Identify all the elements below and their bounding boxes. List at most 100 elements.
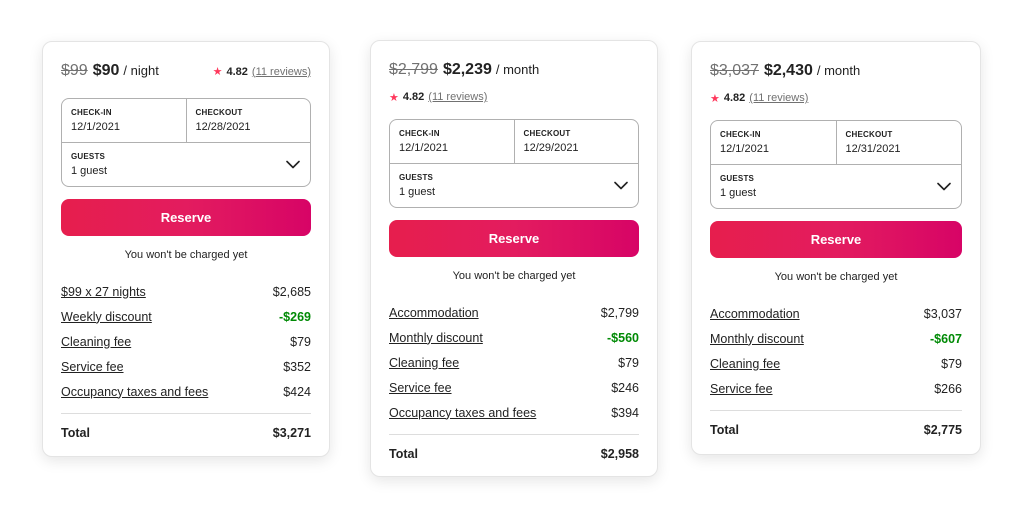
guests-value: 1 guest bbox=[720, 187, 757, 199]
line-item-value: $2,685 bbox=[272, 284, 311, 299]
rating-score: 4.82 bbox=[402, 91, 425, 103]
booking-fields: CHECK-IN 12/1/2021 CHECKOUT 12/29/2021 G… bbox=[389, 119, 639, 208]
price-summary: $3,037 $2,430 / month bbox=[710, 62, 860, 80]
discounted-price: $2,430 bbox=[763, 62, 813, 79]
line-item-label[interactable]: Weekly discount bbox=[61, 310, 152, 324]
divider bbox=[710, 410, 962, 411]
booking-fields: CHECK-IN 12/1/2021 CHECKOUT 12/28/2021 G… bbox=[61, 98, 311, 187]
reviews-link[interactable]: (11 reviews) bbox=[428, 91, 487, 103]
original-price: $2,799 bbox=[389, 61, 438, 78]
guests-dropdown[interactable]: GUESTS 1 guest bbox=[390, 164, 638, 207]
line-item-label[interactable]: Monthly discount bbox=[710, 332, 804, 346]
rating: ★ 4.82 (11 reviews) bbox=[389, 89, 639, 105]
check-in-value: 12/1/2021 bbox=[71, 121, 120, 133]
reserve-button[interactable]: Reserve bbox=[389, 220, 639, 257]
rating-score: 4.82 bbox=[723, 92, 746, 104]
discount-value: -$607 bbox=[930, 331, 962, 346]
total-row: Total $2,958 bbox=[389, 447, 639, 461]
guests-label: GUESTS bbox=[720, 174, 755, 183]
original-price: $3,037 bbox=[710, 62, 759, 79]
line-item: Service fee $266 bbox=[710, 376, 962, 401]
line-item-label[interactable]: Cleaning fee bbox=[61, 335, 131, 349]
divider bbox=[61, 413, 311, 414]
discounted-price: $90 bbox=[92, 62, 120, 79]
checkout-label: CHECKOUT bbox=[845, 130, 893, 139]
price-header: $3,037 $2,430 / month bbox=[710, 62, 962, 84]
no-charge-note: You won't be charged yet bbox=[124, 249, 248, 261]
line-item-label[interactable]: Occupancy taxes and fees bbox=[389, 406, 536, 420]
check-in-value: 12/1/2021 bbox=[399, 142, 448, 154]
booking-card-nightly: $99 $90 / night ★ 4.82 (11 reviews) CHEC… bbox=[42, 41, 330, 457]
star-icon: ★ bbox=[710, 92, 720, 105]
guests-dropdown[interactable]: GUESTS 1 guest bbox=[711, 165, 961, 208]
price-breakdown: $99 x 27 nights $2,685 Weekly discount -… bbox=[61, 279, 311, 404]
line-item-label[interactable]: Occupancy taxes and fees bbox=[61, 385, 208, 399]
chevron-down-icon bbox=[285, 157, 301, 173]
line-item-value: $352 bbox=[283, 359, 311, 374]
total-label: Total bbox=[389, 447, 418, 461]
line-item-value: $79 bbox=[290, 334, 311, 349]
line-item-value: $2,799 bbox=[600, 305, 639, 320]
guests-value: 1 guest bbox=[399, 186, 436, 198]
chevron-down-icon bbox=[613, 178, 629, 194]
guests-dropdown[interactable]: GUESTS 1 guest bbox=[62, 143, 310, 186]
line-item: Accommodation $3,037 bbox=[710, 301, 962, 326]
checkout-field[interactable]: CHECKOUT 12/31/2021 bbox=[835, 121, 962, 164]
line-item-label[interactable]: Service fee bbox=[710, 382, 773, 396]
line-item-value: $246 bbox=[611, 380, 639, 395]
check-in-value: 12/1/2021 bbox=[720, 143, 769, 155]
checkout-label: CHECKOUT bbox=[523, 129, 571, 138]
booking-card-monthly-31: $3,037 $2,430 / month ★ 4.82 (11 reviews… bbox=[691, 41, 981, 455]
reviews-link[interactable]: (11 reviews) bbox=[749, 92, 808, 104]
checkout-value: 12/28/2021 bbox=[195, 121, 251, 133]
line-item-label[interactable]: Accommodation bbox=[710, 307, 800, 321]
line-item-label[interactable]: Monthly discount bbox=[389, 331, 483, 345]
rating: ★ 4.82 (11 reviews) bbox=[213, 65, 311, 79]
line-item-value: $394 bbox=[611, 405, 639, 420]
line-item-value: $424 bbox=[283, 384, 311, 399]
line-item-label[interactable]: Service fee bbox=[389, 381, 452, 395]
line-item-value: $3,037 bbox=[923, 306, 962, 321]
line-item-label[interactable]: Cleaning fee bbox=[710, 357, 780, 371]
reserve-button[interactable]: Reserve bbox=[710, 221, 962, 258]
line-item-label[interactable]: Accommodation bbox=[389, 306, 479, 320]
line-item: Cleaning fee $79 bbox=[61, 329, 311, 354]
total-value: $3,271 bbox=[272, 426, 311, 440]
check-in-label: CHECK-IN bbox=[71, 108, 112, 117]
check-in-field[interactable]: CHECK-IN 12/1/2021 bbox=[711, 121, 836, 164]
chevron-down-icon bbox=[936, 179, 952, 195]
line-item-label[interactable]: Cleaning fee bbox=[389, 356, 459, 370]
rating: ★ 4.82 (11 reviews) bbox=[710, 90, 962, 106]
check-in-field[interactable]: CHECK-IN 12/1/2021 bbox=[62, 99, 186, 142]
checkout-field[interactable]: CHECKOUT 12/28/2021 bbox=[185, 99, 311, 142]
line-item: Accommodation $2,799 bbox=[389, 300, 639, 325]
total-value: $2,958 bbox=[600, 447, 639, 461]
reserve-button[interactable]: Reserve bbox=[61, 199, 311, 236]
check-in-field[interactable]: CHECK-IN 12/1/2021 bbox=[390, 120, 514, 163]
line-item-label[interactable]: $99 x 27 nights bbox=[61, 285, 146, 299]
total-row: Total $3,271 bbox=[61, 426, 311, 440]
guests-label: GUESTS bbox=[399, 173, 434, 182]
price-header: $2,799 $2,239 / month bbox=[389, 61, 639, 83]
discounted-price: $2,239 bbox=[442, 61, 492, 78]
star-icon: ★ bbox=[389, 91, 399, 104]
booking-card-monthly-29: $2,799 $2,239 / month ★ 4.82 (11 reviews… bbox=[370, 40, 658, 477]
divider bbox=[389, 434, 639, 435]
total-value: $2,775 bbox=[923, 423, 962, 437]
line-item-value: $79 bbox=[941, 356, 962, 371]
line-item: Cleaning fee $79 bbox=[710, 351, 962, 376]
price-breakdown: Accommodation $2,799 Monthly discount -$… bbox=[389, 300, 639, 425]
reviews-link[interactable]: (11 reviews) bbox=[252, 66, 311, 78]
line-item-value: $79 bbox=[618, 355, 639, 370]
check-in-label: CHECK-IN bbox=[720, 130, 761, 139]
total-label: Total bbox=[710, 423, 739, 437]
line-item-label[interactable]: Service fee bbox=[61, 360, 124, 374]
guests-value: 1 guest bbox=[71, 165, 108, 177]
line-item: Cleaning fee $79 bbox=[389, 350, 639, 375]
line-item: Occupancy taxes and fees $424 bbox=[61, 379, 311, 404]
guests-label: GUESTS bbox=[71, 152, 106, 161]
checkout-field[interactable]: CHECKOUT 12/29/2021 bbox=[513, 120, 639, 163]
date-fields: CHECK-IN 12/1/2021 CHECKOUT 12/29/2021 bbox=[390, 120, 638, 164]
booking-fields: CHECK-IN 12/1/2021 CHECKOUT 12/31/2021 G… bbox=[710, 120, 962, 209]
line-item: Weekly discount -$269 bbox=[61, 304, 311, 329]
